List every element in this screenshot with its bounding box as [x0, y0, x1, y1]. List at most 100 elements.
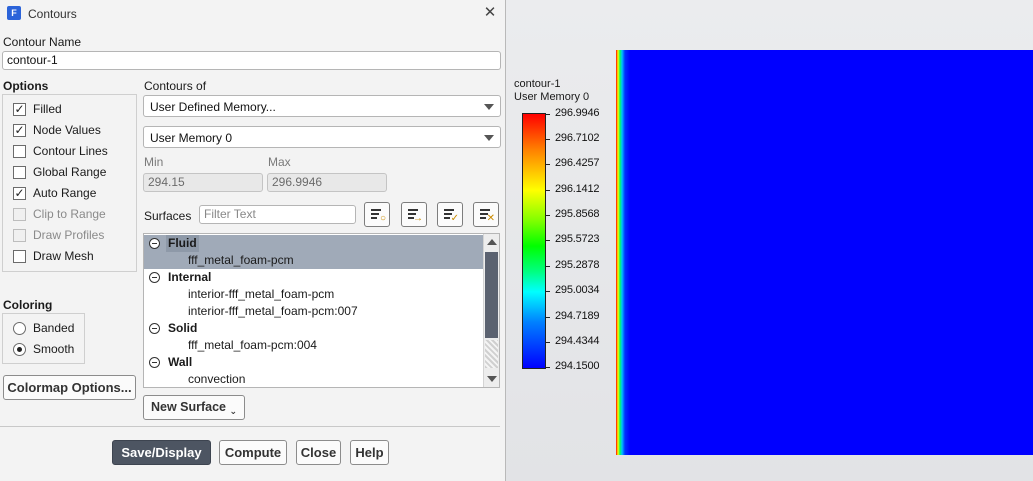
contours-dialog: F Contours ✕ Contour Name contour-1 Opti… — [0, 0, 506, 481]
surface-filter-input[interactable]: Filter Text — [199, 205, 356, 224]
colorbar-tick — [546, 266, 550, 267]
help-button[interactable]: Help — [350, 440, 389, 465]
list-item[interactable]: convection — [144, 371, 484, 387]
coloring-banded-label: Banded — [33, 321, 75, 335]
list-item[interactable]: interior-fff_metal_foam-pcm:007 — [144, 303, 484, 320]
radio-smooth[interactable] — [13, 342, 26, 356]
option-draw-profiles: Draw Profiles — [13, 227, 104, 243]
colorbar-tick — [546, 139, 550, 140]
colorbar-tick — [546, 114, 550, 115]
radio-banded[interactable] — [13, 321, 26, 335]
option-filled[interactable]: ✓ Filled — [13, 101, 62, 117]
save-display-button[interactable]: Save/Display — [112, 440, 211, 465]
coloring-title: Coloring — [3, 298, 53, 312]
coloring-group: Banded Smooth — [2, 313, 85, 364]
contours-of-subfield-value: User Memory 0 — [150, 131, 233, 145]
option-auto-range-label: Auto Range — [33, 186, 97, 200]
surface-item-label: fff_metal_foam-pcm — [188, 253, 294, 267]
collapse-icon[interactable] — [149, 238, 160, 249]
contour-name-input[interactable]: contour-1 — [2, 51, 501, 70]
colorbar-tick-label: 296.7102 — [555, 132, 600, 144]
coloring-smooth[interactable]: Smooth — [13, 341, 74, 357]
window-title: Contours — [28, 7, 77, 21]
new-surface-label: New Surface — [150, 400, 226, 414]
list-group-internal[interactable]: Internal — [144, 269, 484, 286]
option-draw-mesh[interactable]: Draw Mesh — [13, 248, 94, 264]
compute-button[interactable]: Compute — [219, 440, 287, 465]
scroll-track[interactable] — [485, 340, 498, 368]
option-draw-mesh-label: Draw Mesh — [33, 249, 94, 263]
checkbox-filled[interactable]: ✓ — [13, 102, 26, 116]
list-item[interactable]: interior-fff_metal_foam-pcm — [144, 286, 484, 303]
max-value-field: 296.9946 — [267, 173, 387, 192]
options-title: Options — [3, 79, 49, 93]
list-group-fluid[interactable]: Fluid — [144, 235, 484, 252]
checkbox-auto-range[interactable]: ✓ — [13, 186, 26, 200]
new-surface-button[interactable]: New Surface ⌄ — [143, 395, 245, 420]
contours-of-dropdown[interactable]: User Defined Memory... — [143, 95, 501, 117]
list-item[interactable]: fff_metal_foam-pcm — [144, 252, 484, 269]
option-clip-to-range-label: Clip to Range — [33, 207, 106, 221]
coloring-banded[interactable]: Banded — [13, 320, 74, 336]
scroll-down-icon[interactable] — [487, 376, 497, 382]
option-contour-lines[interactable]: Contour Lines — [13, 143, 108, 159]
checkbox-draw-mesh[interactable] — [13, 249, 26, 263]
chevron-down-icon: ⌄ — [229, 406, 238, 416]
colorbar-tick — [546, 367, 550, 368]
close-icon[interactable]: ✕ — [482, 5, 498, 21]
scroll-thumb[interactable] — [485, 252, 498, 338]
colormap-options-button[interactable]: Colormap Options... — [3, 375, 136, 400]
title-bar: F Contours ✕ — [0, 0, 505, 28]
surface-item-label: interior-fff_metal_foam-pcm — [188, 287, 335, 301]
min-value-field: 294.15 — [143, 173, 263, 192]
select-surface-icon[interactable]: ○ — [364, 202, 390, 227]
collapse-icon[interactable] — [149, 357, 160, 368]
chevron-down-icon — [484, 104, 494, 110]
colorbar-tick — [546, 164, 550, 165]
colorbar-tick-label: 294.7189 — [555, 310, 600, 322]
fluent-app-icon: F — [7, 6, 21, 20]
surfaces-label: Surfaces — [144, 209, 192, 223]
graphics-window[interactable]: contour-1 User Memory 0 296.9946 296.710… — [506, 0, 1033, 481]
checkbox-contour-lines[interactable] — [13, 144, 26, 158]
contours-of-subfield-dropdown[interactable]: User Memory 0 — [143, 126, 501, 148]
surface-item-label: convection — [188, 372, 246, 386]
colorbar-tick-label: 295.0034 — [555, 284, 600, 296]
option-auto-range[interactable]: ✓ Auto Range — [13, 185, 96, 201]
legend-variable: User Memory 0 — [514, 91, 590, 103]
option-clip-to-range: Clip to Range — [13, 206, 106, 222]
option-node-values[interactable]: ✓ Node Values — [13, 122, 101, 138]
deselect-all-icon[interactable]: ✕ — [473, 202, 499, 227]
select-all-icon[interactable]: ✓ — [437, 202, 463, 227]
contour-plot-field[interactable] — [616, 50, 1033, 455]
option-global-range[interactable]: Global Range — [13, 164, 106, 180]
list-group-solid[interactable]: Solid — [144, 320, 484, 337]
list-group-wall[interactable]: Wall — [144, 354, 484, 371]
close-button[interactable]: Close — [296, 440, 341, 465]
colorbar-tick — [546, 291, 550, 292]
collapse-icon[interactable] — [149, 323, 160, 334]
surfaces-list[interactable]: Fluid fff_metal_foam-pcm Internal interi… — [143, 233, 500, 388]
colorbar-tick-label: 294.4344 — [555, 335, 600, 347]
checkbox-node-values[interactable]: ✓ — [13, 123, 26, 137]
list-scrollbar[interactable] — [483, 234, 499, 387]
group-surfaces-icon[interactable]: → — [401, 202, 427, 227]
option-global-range-label: Global Range — [33, 165, 107, 179]
checkbox-global-range[interactable] — [13, 165, 26, 179]
colorbar-tick-label: 295.2878 — [555, 259, 600, 271]
scroll-up-icon[interactable] — [487, 239, 497, 245]
collapse-icon[interactable] — [149, 272, 160, 283]
option-node-values-label: Node Values — [33, 123, 101, 137]
legend-contour-name: contour-1 — [514, 78, 561, 90]
contours-of-value: User Defined Memory... — [150, 100, 276, 114]
option-contour-lines-label: Contour Lines — [33, 144, 108, 158]
colorbar-tick-label: 295.8568 — [555, 208, 600, 220]
contours-of-label: Contours of — [144, 79, 207, 93]
colorbar-tick — [546, 342, 550, 343]
colorbar — [522, 113, 546, 369]
checkbox-clip-to-range — [13, 207, 26, 221]
colorbar-tick — [546, 215, 550, 216]
list-item[interactable]: fff_metal_foam-pcm:004 — [144, 337, 484, 354]
colorbar-tick — [546, 190, 550, 191]
colorbar-tick-label: 296.1412 — [555, 183, 600, 195]
